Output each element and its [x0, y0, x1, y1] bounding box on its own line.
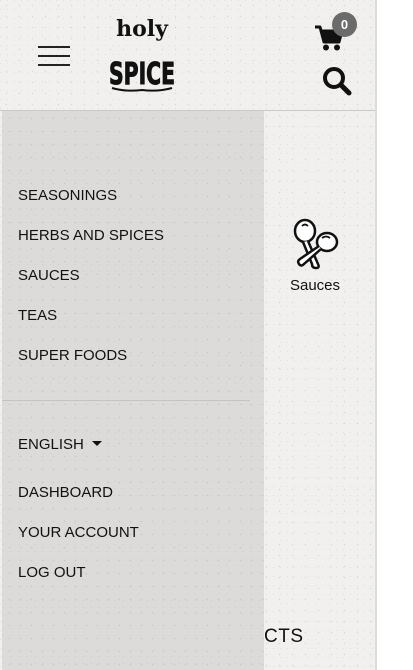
nav-item-super-foods[interactable]: SUPER FOODS [18, 347, 127, 364]
nav-item-teas[interactable]: TEAS [18, 307, 57, 324]
magnifier-search-icon[interactable] [322, 66, 352, 96]
nav-item-log-out[interactable]: LOG OUT [18, 564, 86, 581]
side-navigation-drawer: SEASONINGS HERBS AND SPICES SAUCES TEAS … [2, 111, 264, 670]
drawer-divider [2, 400, 250, 401]
category-label-sauces: Sauces [289, 277, 341, 294]
language-label: ENGLISH [18, 436, 84, 453]
spoons-icon [293, 218, 339, 270]
holy-spice-logo[interactable]: holy SPICE [106, 12, 178, 96]
language-dropdown[interactable]: ENGLISH [18, 436, 102, 453]
cart-count-badge: 0 [332, 12, 357, 37]
hamburger-menu-icon[interactable] [38, 46, 70, 66]
logo-text-top: holy [116, 16, 169, 42]
nav-item-sauces[interactable]: SAUCES [18, 267, 80, 284]
nav-item-seasonings[interactable]: SEASONINGS [18, 187, 117, 204]
app-frame: holy SPICE 0 Sauces CTS SEASONINGS HERBS… [0, 0, 377, 670]
nav-item-herbs-and-spices[interactable]: HERBS AND SPICES [18, 227, 164, 244]
products-section-heading: CTS [264, 626, 304, 647]
category-tile-sauces[interactable]: Sauces [284, 218, 346, 294]
nav-item-dashboard[interactable]: DASHBOARD [18, 484, 113, 501]
logo-text-bottom: SPICE [109, 57, 175, 92]
site-header: holy SPICE 0 [0, 0, 375, 111]
nav-item-your-account[interactable]: YOUR ACCOUNT [18, 524, 139, 541]
caret-down-icon [91, 440, 102, 446]
